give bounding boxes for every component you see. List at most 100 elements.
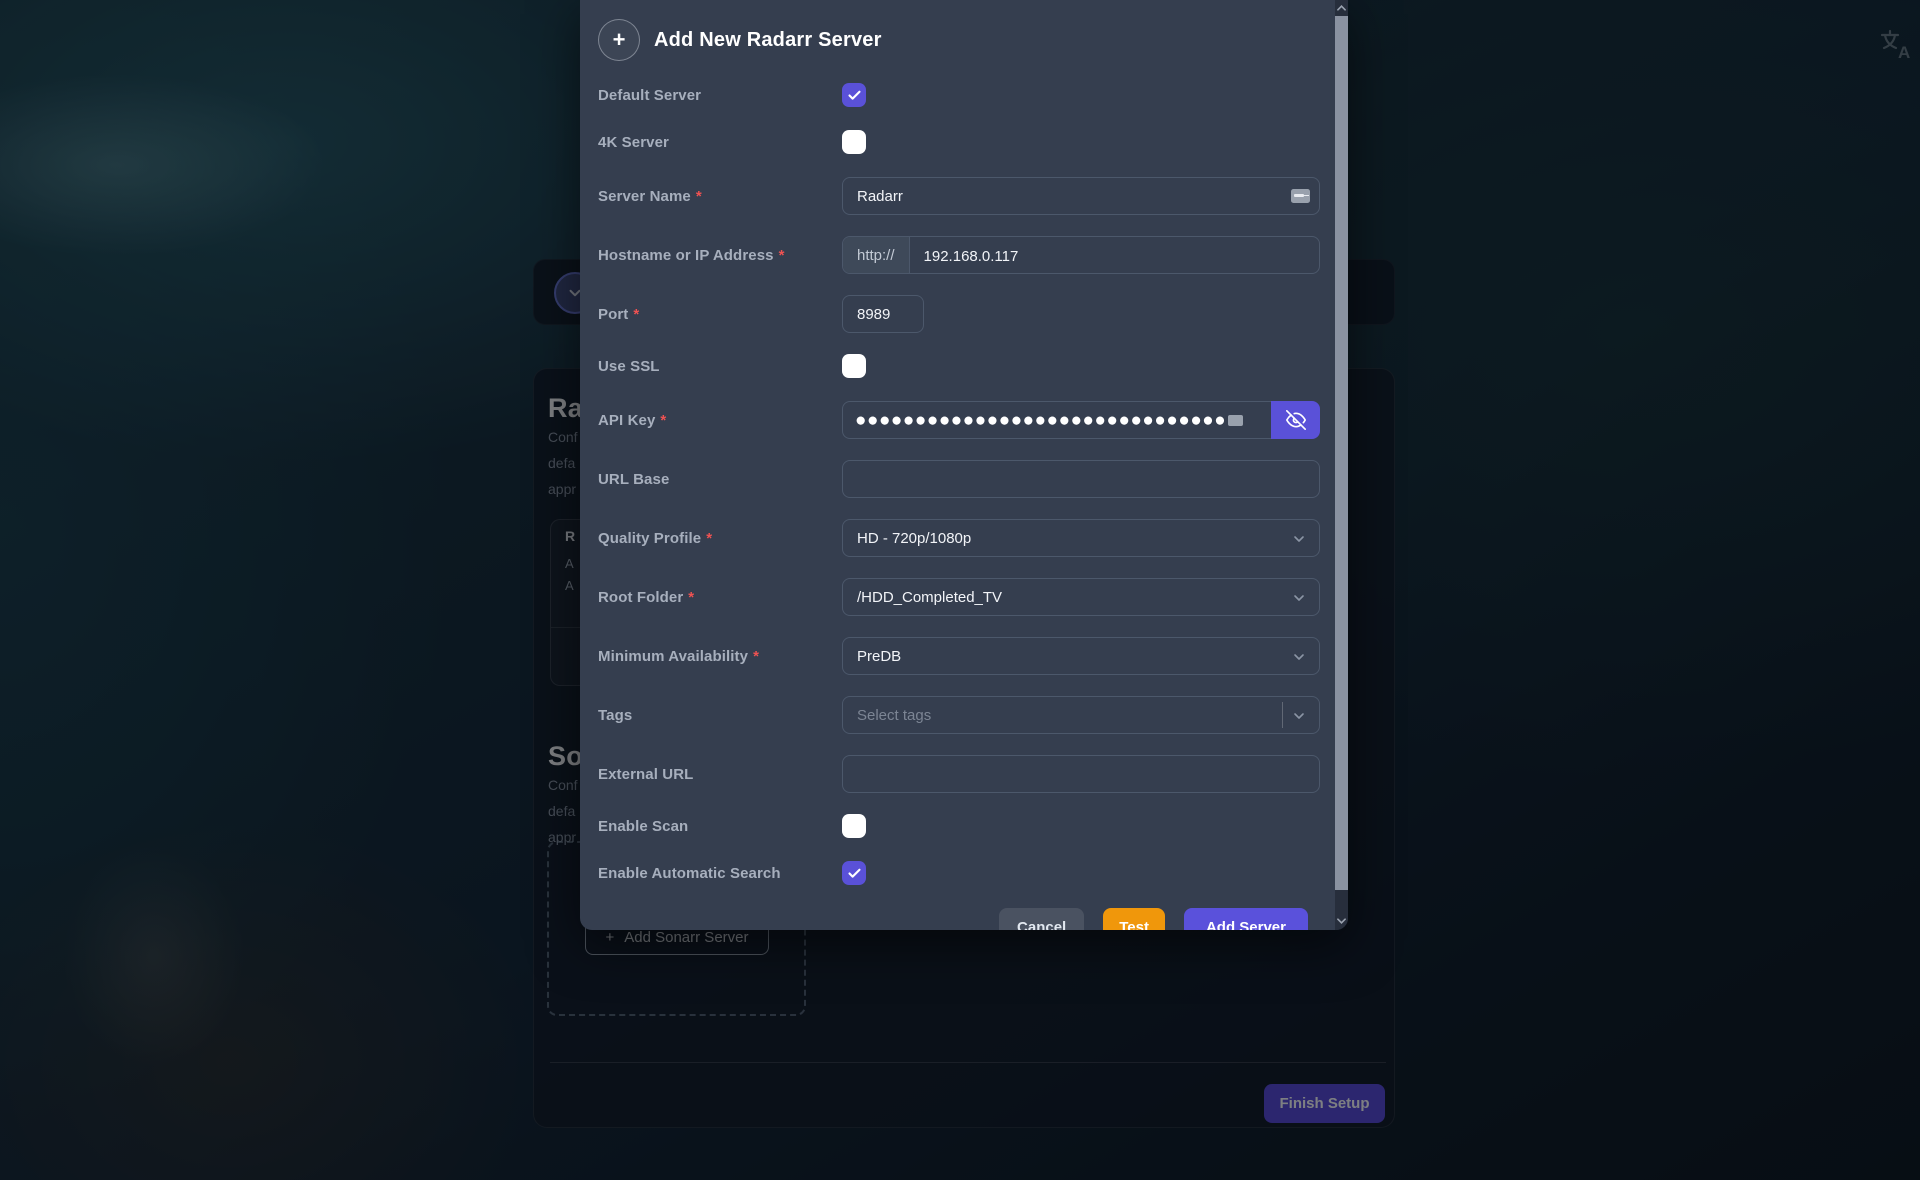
tags-select[interactable]: Select tags: [842, 696, 1320, 734]
field-row-4k-server: 4K Server: [598, 130, 1320, 154]
field-label: API Key *: [598, 412, 842, 429]
enable-scan-checkbox[interactable]: [842, 814, 866, 838]
plus-circle-icon: +: [598, 19, 640, 61]
keyboard-autofill-icon[interactable]: [1291, 189, 1310, 203]
field-label: External URL: [598, 766, 842, 783]
modal-scrollbar[interactable]: [1335, 0, 1348, 930]
scrollbar-up-button[interactable]: [1335, 0, 1348, 16]
field-label-text: Enable Scan: [598, 818, 688, 835]
field-label: Root Folder *: [598, 589, 842, 606]
field-label-text: Use SSL: [598, 358, 660, 375]
chevron-down-icon: [1337, 918, 1346, 924]
field-label-text: External URL: [598, 766, 693, 783]
modal-footer: Cancel Test Add Server: [598, 908, 1320, 930]
field-label: 4K Server: [598, 134, 842, 151]
required-asterisk: *: [753, 648, 759, 665]
field-label: Enable Scan: [598, 818, 842, 835]
enable-automatic-search-checkbox[interactable]: [842, 861, 866, 885]
selected-value: /HDD_Completed_TV: [857, 589, 1002, 606]
required-asterisk: *: [779, 247, 785, 264]
field-label-text: Root Folder: [598, 589, 683, 606]
field-label-text: Quality Profile: [598, 530, 701, 547]
field-label-text: Server Name: [598, 188, 691, 205]
required-asterisk: *: [696, 188, 702, 205]
required-asterisk: *: [660, 412, 666, 429]
selected-value: PreDB: [857, 648, 901, 665]
field-label: Enable Automatic Search: [598, 865, 842, 882]
modal-header: + Add New Radarr Server: [598, 19, 1320, 61]
eye-off-icon: [1286, 410, 1306, 430]
api-key-input[interactable]: ●●●●●●●●●●●●●●●●●●●●●●●●●●●●●●●: [842, 401, 1271, 439]
tags-placeholder: Select tags: [857, 707, 931, 724]
protocol-prefix: http://: [843, 237, 910, 273]
4k-server-checkbox[interactable]: [842, 130, 866, 154]
screen: A Ra Conf defa appr R A A So Conf defa a…: [0, 0, 1920, 1180]
field-label-text: API Key: [598, 412, 655, 429]
chevron-down-icon: [1291, 708, 1307, 724]
hostname-input-group: http://: [842, 236, 1320, 274]
hostname-input[interactable]: [910, 237, 1319, 274]
field-row-default-server: Default Server: [598, 83, 1320, 107]
field-label: Hostname or IP Address *: [598, 247, 842, 264]
selected-value: HD - 720p/1080p: [857, 530, 971, 547]
external-url-input[interactable]: [842, 755, 1320, 793]
default-server-checkbox[interactable]: [842, 83, 866, 107]
field-label: Default Server: [598, 87, 842, 104]
use-ssl-checkbox[interactable]: [842, 354, 866, 378]
check-icon: [847, 866, 862, 881]
field-label: URL Base: [598, 471, 842, 488]
keyboard-autofill-icon[interactable]: [1228, 415, 1243, 426]
minimum-availability-select[interactable]: PreDB: [842, 637, 1320, 675]
quality-profile-select[interactable]: HD - 720p/1080p: [842, 519, 1320, 557]
scrollbar-down-button[interactable]: [1335, 890, 1348, 930]
field-label: Quality Profile *: [598, 530, 842, 547]
field-label-text: URL Base: [598, 471, 669, 488]
scrollbar-thumb[interactable]: [1335, 16, 1348, 890]
field-label-text: Default Server: [598, 87, 701, 104]
field-row-url-base: URL Base: [598, 460, 1320, 498]
field-label-text: 4K Server: [598, 134, 669, 151]
select-divider: [1282, 702, 1283, 728]
field-label-text: Port: [598, 306, 628, 323]
field-label: Minimum Availability *: [598, 648, 842, 665]
field-row-enable-automatic-search: Enable Automatic Search: [598, 861, 1320, 885]
url-base-input[interactable]: [842, 460, 1320, 498]
field-label: Tags: [598, 707, 842, 724]
field-row-root-folder: Root Folder * /HDD_Completed_TV: [598, 578, 1320, 616]
required-asterisk: *: [706, 530, 712, 547]
field-row-quality-profile: Quality Profile * HD - 720p/1080p: [598, 519, 1320, 557]
root-folder-select[interactable]: /HDD_Completed_TV: [842, 578, 1320, 616]
add-radarr-server-modal: + Add New Radarr Server Default Server 4…: [580, 0, 1348, 930]
required-asterisk: *: [688, 589, 694, 606]
field-label-text: Hostname or IP Address: [598, 247, 774, 264]
field-row-minimum-availability: Minimum Availability * PreDB: [598, 637, 1320, 675]
api-key-input-group: ●●●●●●●●●●●●●●●●●●●●●●●●●●●●●●●: [842, 401, 1320, 439]
chevron-down-icon: [1291, 649, 1307, 665]
field-row-port: Port *: [598, 295, 1320, 333]
field-label-text: Enable Automatic Search: [598, 865, 781, 882]
field-label-text: Tags: [598, 707, 632, 724]
field-label: Use SSL: [598, 358, 842, 375]
add-server-button[interactable]: Add Server: [1184, 908, 1308, 930]
field-label: Port *: [598, 306, 842, 323]
server-name-input[interactable]: [842, 177, 1320, 215]
field-row-tags: Tags Select tags: [598, 696, 1320, 734]
field-row-api-key: API Key * ●●●●●●●●●●●●●●●●●●●●●●●●●●●●●●●: [598, 401, 1320, 439]
field-row-use-ssl: Use SSL: [598, 354, 1320, 378]
toggle-api-key-visibility-button[interactable]: [1271, 401, 1320, 439]
masked-api-key: ●●●●●●●●●●●●●●●●●●●●●●●●●●●●●●●: [855, 411, 1226, 430]
chevron-down-icon: [1291, 531, 1307, 547]
field-row-external-url: External URL: [598, 755, 1320, 793]
chevron-down-icon: [1291, 590, 1307, 606]
field-row-server-name: Server Name *: [598, 177, 1320, 215]
check-icon: [847, 88, 862, 103]
test-button[interactable]: Test: [1103, 908, 1165, 930]
required-asterisk: *: [633, 306, 639, 323]
field-row-enable-scan: Enable Scan: [598, 814, 1320, 838]
field-row-hostname: Hostname or IP Address * http://: [598, 236, 1320, 274]
chevron-up-icon: [1337, 5, 1346, 11]
cancel-button[interactable]: Cancel: [999, 908, 1084, 930]
port-input[interactable]: [842, 295, 924, 333]
field-label-text: Minimum Availability: [598, 648, 748, 665]
modal-title: Add New Radarr Server: [654, 29, 882, 52]
